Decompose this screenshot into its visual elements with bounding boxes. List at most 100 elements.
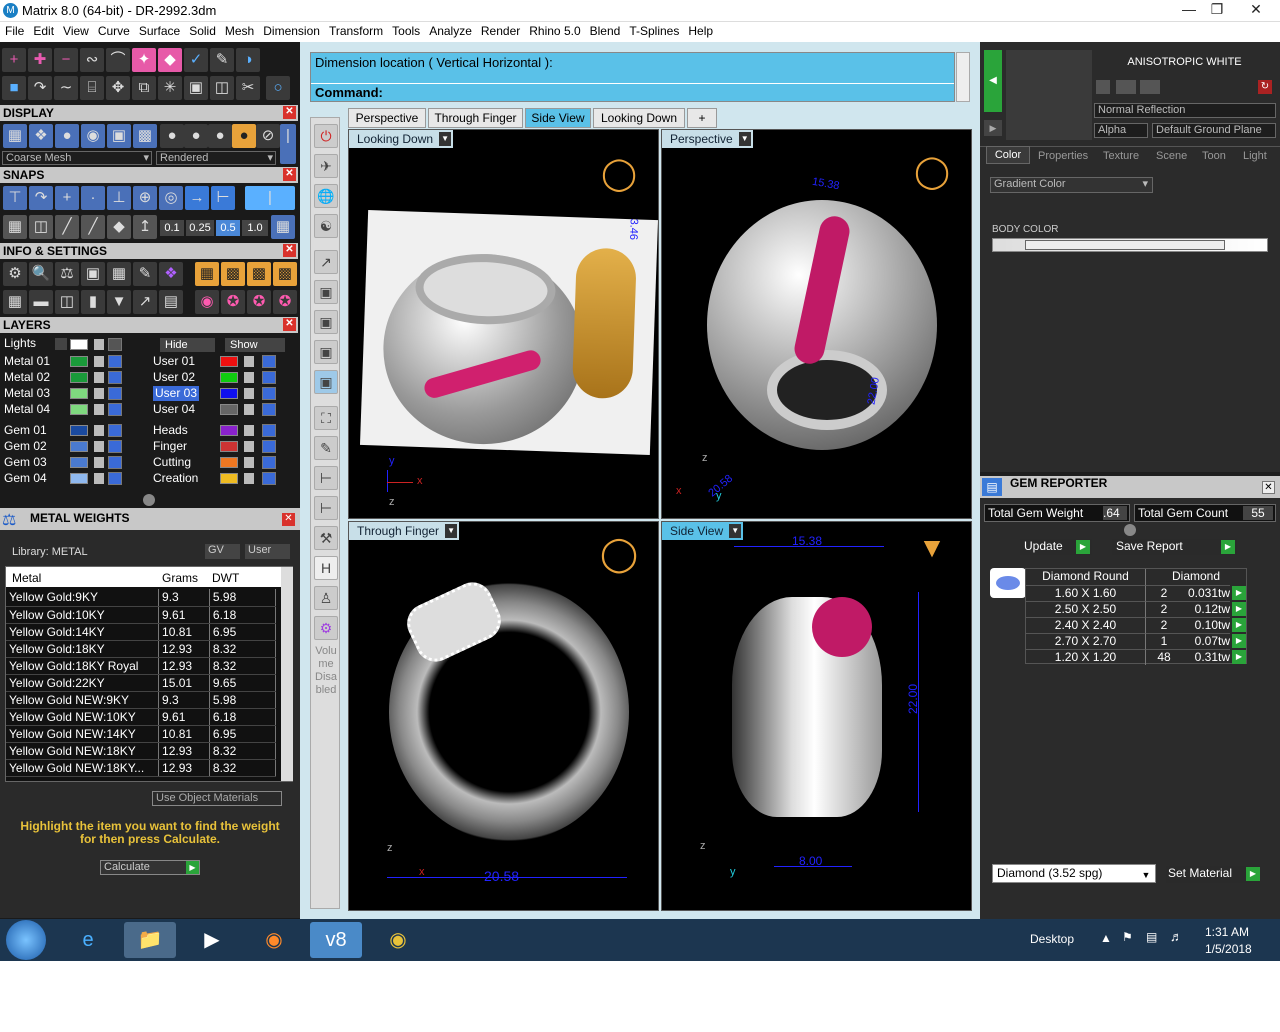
viewport-label[interactable]: Through Finger ▼ xyxy=(349,522,460,540)
table-row[interactable]: Yellow Gold:9KY 9.3 5.98 xyxy=(6,589,277,607)
bars-tool-icon[interactable]: ⌸ xyxy=(80,76,104,100)
sphere-hatch-icon[interactable]: ⊘ xyxy=(256,124,280,148)
visibility-icon[interactable] xyxy=(108,355,122,368)
layer-row[interactable]: Metal 01 xyxy=(4,354,50,369)
layer-row[interactable]: Metal 03 xyxy=(4,386,50,401)
table-row[interactable]: Yellow Gold:14KY 10.81 6.95 xyxy=(6,623,277,641)
viewport-label[interactable]: Side View ▼ xyxy=(662,522,744,540)
arc-tool-icon[interactable]: ⌒ xyxy=(106,48,130,72)
hide-button[interactable]: Hide xyxy=(160,338,215,352)
lock-icon[interactable] xyxy=(94,473,104,484)
gem-info-icon[interactable]: ❖ xyxy=(159,262,183,286)
gem-size-cell[interactable]: 2.40 X 2.40 xyxy=(1026,617,1146,633)
tab-through-finger[interactable]: Through Finger xyxy=(428,108,523,128)
sphere3-icon[interactable]: ● xyxy=(208,124,232,148)
snap-tan-icon[interactable]: → xyxy=(185,186,209,210)
expand-right-button[interactable]: ▶ xyxy=(984,120,1002,136)
lock-icon[interactable] xyxy=(94,457,104,468)
metal-scrollbar[interactable] xyxy=(281,567,293,781)
snap-perp-icon[interactable]: ⊥ xyxy=(107,186,131,210)
tab-toon[interactable]: Toon xyxy=(1202,150,1226,162)
line-tool-icon[interactable]: − xyxy=(54,48,78,72)
gv-toggle[interactable]: GV xyxy=(205,544,240,559)
hammer-icon[interactable]: ⚒ xyxy=(314,526,338,550)
mirror-tool-icon[interactable]: ◫ xyxy=(210,76,234,100)
power-icon[interactable]: ⏻ xyxy=(314,124,338,148)
lock-icon[interactable] xyxy=(244,356,254,367)
snap-end-icon[interactable]: ⊤ xyxy=(3,186,27,210)
layer-row[interactable]: Metal 02 xyxy=(4,370,50,385)
axis-off-icon[interactable]: ⊢ xyxy=(314,466,338,490)
user-toggle[interactable]: User xyxy=(245,544,290,559)
layer-color-swatch[interactable] xyxy=(220,388,238,399)
filter-icon[interactable]: ▼ xyxy=(107,290,131,314)
menu-dimension[interactable]: Dimension xyxy=(258,22,324,38)
close-icon[interactable]: ✕ xyxy=(282,513,295,526)
menu-tools[interactable]: Tools xyxy=(387,22,424,38)
close-icon[interactable]: ✕ xyxy=(283,244,296,257)
menu-view[interactable]: View xyxy=(58,22,93,38)
viewport-label[interactable]: Perspective ▼ xyxy=(662,130,753,148)
gem-select-arrow-icon[interactable]: ▶ xyxy=(1232,602,1246,616)
lock-icon[interactable] xyxy=(94,372,104,383)
visibility-icon[interactable] xyxy=(108,472,122,485)
settings-icon[interactable]: ⚙ xyxy=(3,262,27,286)
snap-int-icon[interactable]: + xyxy=(55,186,79,210)
point-tool-icon[interactable]: + xyxy=(2,48,26,72)
lock-icon[interactable] xyxy=(244,372,254,383)
layer-row[interactable]: User 04 xyxy=(153,402,195,417)
viewport-label[interactable]: Looking Down ▼ xyxy=(349,130,454,148)
viewport-through-finger[interactable]: Through Finger ▼ ◯ 20.58 z x xyxy=(348,521,659,911)
scale-icon[interactable]: ⚖ xyxy=(55,262,79,286)
snap-near-icon[interactable]: ⊢ xyxy=(211,186,235,210)
render-mode-select[interactable]: Rendered ▾ xyxy=(156,151,276,165)
close-icon[interactable]: ✕ xyxy=(283,318,296,331)
box-snap-icon[interactable]: ◫ xyxy=(29,215,53,239)
lock-icon[interactable] xyxy=(244,425,254,436)
menu-transform[interactable]: Transform xyxy=(324,22,387,38)
gem-select-arrow-icon[interactable]: ▶ xyxy=(1232,618,1246,632)
layer-color-swatch[interactable] xyxy=(70,388,88,399)
table-row[interactable]: Yellow Gold:18KY Royal 12.93 8.32 xyxy=(6,657,277,675)
alpha-field[interactable]: Alpha xyxy=(1094,123,1148,138)
menu-curve[interactable]: Curve xyxy=(93,22,134,38)
edit-icon[interactable]: ✎ xyxy=(133,262,157,286)
layer-color-swatch[interactable] xyxy=(220,425,238,436)
layer-color-swatch[interactable] xyxy=(220,441,238,452)
ring-tool1-icon[interactable]: ◉ xyxy=(195,290,219,314)
menu-surface[interactable]: Surface xyxy=(134,22,184,38)
sphere1-icon[interactable]: ● xyxy=(160,124,184,148)
ring-tool4-icon[interactable]: ✪ xyxy=(273,290,297,314)
snap-value-025[interactable]: 0.25 xyxy=(186,220,214,236)
lock-icon[interactable] xyxy=(244,404,254,415)
media-player-icon[interactable]: ▶ xyxy=(186,922,238,958)
set-material-button[interactable]: Set Material ▶ xyxy=(1166,866,1260,883)
visibility-icon[interactable] xyxy=(108,403,122,416)
table-row[interactable]: Yellow Gold NEW:10KY 9.61 6.18 xyxy=(6,708,277,726)
close-icon[interactable]: ✕ xyxy=(1262,481,1275,494)
pattern-tool-icon[interactable]: ✦ xyxy=(132,48,156,72)
layout1-icon[interactable]: ▦ xyxy=(195,262,219,286)
lock-icon[interactable] xyxy=(244,473,254,484)
wireframe-view-icon[interactable]: ▦ xyxy=(3,124,27,148)
arc2-tool-icon[interactable]: ↷ xyxy=(28,76,52,100)
tab-side-view[interactable]: Side View xyxy=(525,108,591,128)
visibility-icon[interactable] xyxy=(262,403,276,416)
diamond-snap-icon[interactable]: ◆ xyxy=(107,215,131,239)
lock-icon[interactable] xyxy=(94,339,104,350)
close-icon[interactable]: ✕ xyxy=(283,168,296,181)
viewport-looking-down[interactable]: Looking Down ▼ ◯ 3.46 y x z xyxy=(348,129,659,519)
table-row[interactable]: Yellow Gold NEW:18KY 12.93 8.32 xyxy=(6,742,277,760)
tab-looking-down[interactable]: Looking Down xyxy=(593,108,685,128)
nodes-icon[interactable]: ☯ xyxy=(314,214,338,238)
menu-edit[interactable]: Edit xyxy=(28,22,58,38)
viewport-perspective[interactable]: Perspective ▼ ◯ 15.38 22.00 20.58 z x y xyxy=(661,129,972,519)
refresh-icon[interactable]: ↻ xyxy=(1258,80,1272,94)
gem-select-arrow-icon[interactable]: ▶ xyxy=(1232,586,1246,600)
desktop-label[interactable]: Desktop xyxy=(1030,932,1074,946)
sphere-gold-icon[interactable]: ● xyxy=(232,124,256,148)
shapes-tool-icon[interactable]: ■ xyxy=(2,76,26,100)
expand-icon[interactable] xyxy=(55,338,67,350)
menu-help[interactable]: Help xyxy=(683,22,717,38)
gem-size-cell[interactable]: 2.50 X 2.50 xyxy=(1026,601,1146,617)
